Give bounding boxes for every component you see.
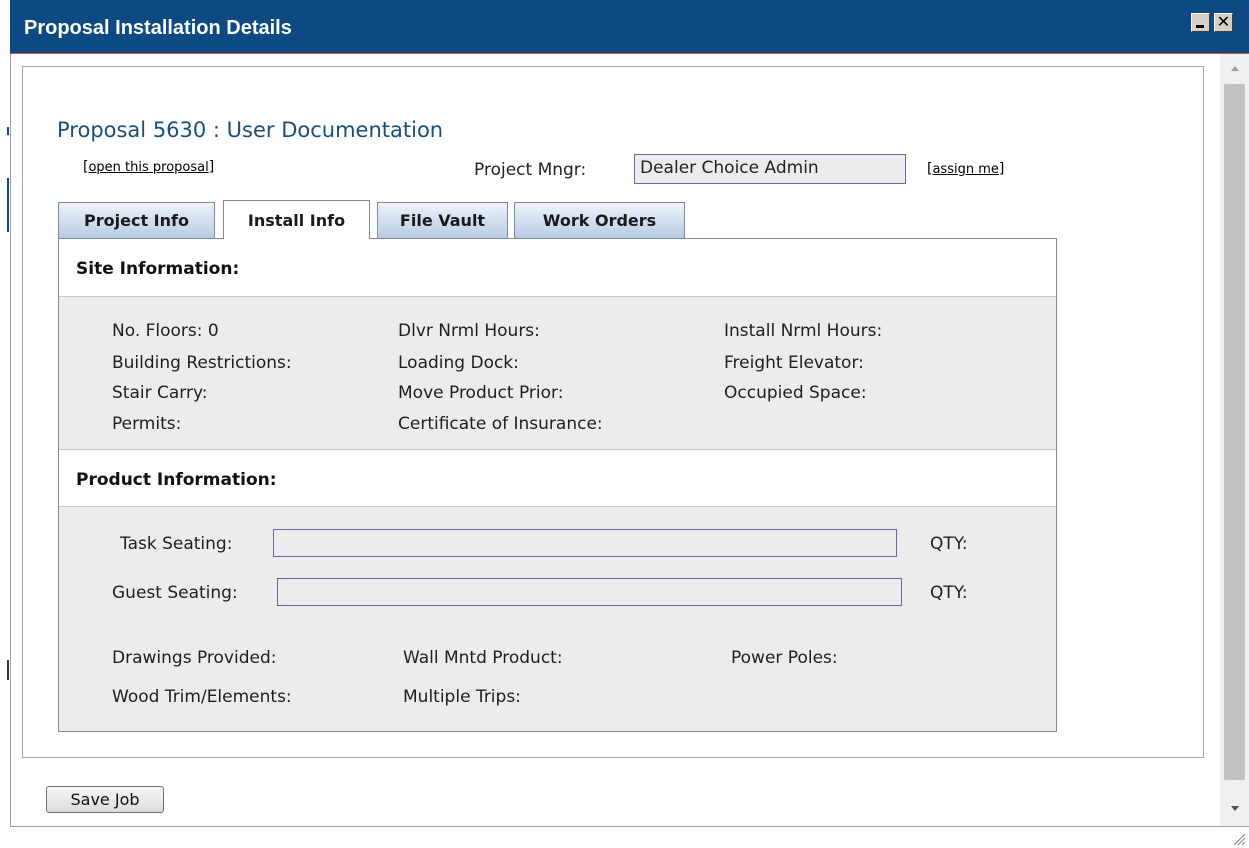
edge-mark	[7, 660, 9, 680]
tab-work-orders[interactable]: Work Orders	[514, 202, 685, 238]
tab-install-info[interactable]: Install Info	[223, 200, 370, 239]
task-seating-input[interactable]	[273, 529, 897, 557]
project-manager-field[interactable]: Dealer Choice Admin	[634, 154, 906, 184]
field-drawings-provided: Drawings Provided:	[112, 648, 277, 668]
product-information-heading: Product Information:	[76, 470, 277, 490]
field-power-poles: Power Poles:	[731, 648, 838, 668]
window-titlebar[interactable]: Proposal Installation Details ✕	[10, 0, 1249, 54]
status-bar	[10, 826, 1249, 848]
assign-me-link-wrapper: [assign me]	[927, 161, 1005, 177]
scroll-up-arrow-icon[interactable]	[1231, 66, 1239, 71]
tab-file-vault[interactable]: File Vault	[377, 202, 508, 238]
field-stair-carry: Stair Carry:	[112, 383, 208, 403]
product-information-header: Product Information:	[59, 449, 1056, 507]
field-occupied-space: Occupied Space:	[724, 383, 867, 403]
scrollbar-thumb[interactable]	[1224, 84, 1245, 780]
field-building-restrictions: Building Restrictions:	[112, 353, 292, 373]
field-wood-trim-elements: Wood Trim/Elements:	[112, 687, 292, 707]
task-seating-qty-label: QTY:	[930, 534, 968, 554]
field-multiple-trips: Multiple Trips:	[403, 687, 521, 707]
open-proposal-link-wrapper: [open this proposal]	[83, 159, 215, 175]
guest-seating-label: Guest Seating:	[112, 583, 238, 603]
scroll-down-arrow-icon[interactable]	[1231, 806, 1239, 811]
field-wall-mntd-product: Wall Mntd Product:	[403, 648, 563, 668]
site-information-header: Site Information:	[59, 239, 1056, 297]
open-proposal-link[interactable]: open this proposal	[88, 160, 208, 175]
window-title: Proposal Installation Details	[24, 17, 292, 39]
task-seating-label: Task Seating:	[120, 534, 233, 554]
tab-project-info[interactable]: Project Info	[58, 202, 215, 238]
left-window-edge	[0, 0, 10, 848]
field-dlvr-nrml-hours: Dlvr Nrml Hours:	[398, 321, 540, 341]
edge-mark	[7, 178, 9, 232]
field-permits: Permits:	[112, 414, 182, 434]
guest-seating-qty-label: QTY:	[930, 583, 968, 603]
resize-grip-icon[interactable]	[1230, 830, 1246, 846]
field-freight-elevator: Freight Elevator:	[724, 353, 864, 373]
field-install-nrml-hours: Install Nrml Hours:	[724, 321, 883, 341]
field-certificate-of-insurance: Certificate of Insurance:	[398, 414, 603, 434]
field-no-floors: No. Floors: 0	[112, 321, 219, 341]
field-loading-dock: Loading Dock:	[398, 353, 519, 373]
field-move-product-prior: Move Product Prior:	[398, 383, 564, 403]
site-information-heading: Site Information:	[76, 259, 240, 279]
project-manager-label: Project Mngr:	[474, 160, 587, 180]
minimize-button[interactable]	[1191, 13, 1210, 32]
save-job-button[interactable]: Save Job	[46, 786, 164, 813]
proposal-title: Proposal 5630 : User Documentation	[57, 118, 444, 142]
close-icon: ✕	[1216, 12, 1231, 31]
assign-me-link[interactable]: assign me	[932, 162, 998, 177]
close-button[interactable]: ✕	[1214, 12, 1233, 32]
edge-mark	[7, 127, 9, 135]
minimize-icon	[1196, 25, 1204, 28]
guest-seating-input[interactable]	[277, 578, 902, 606]
